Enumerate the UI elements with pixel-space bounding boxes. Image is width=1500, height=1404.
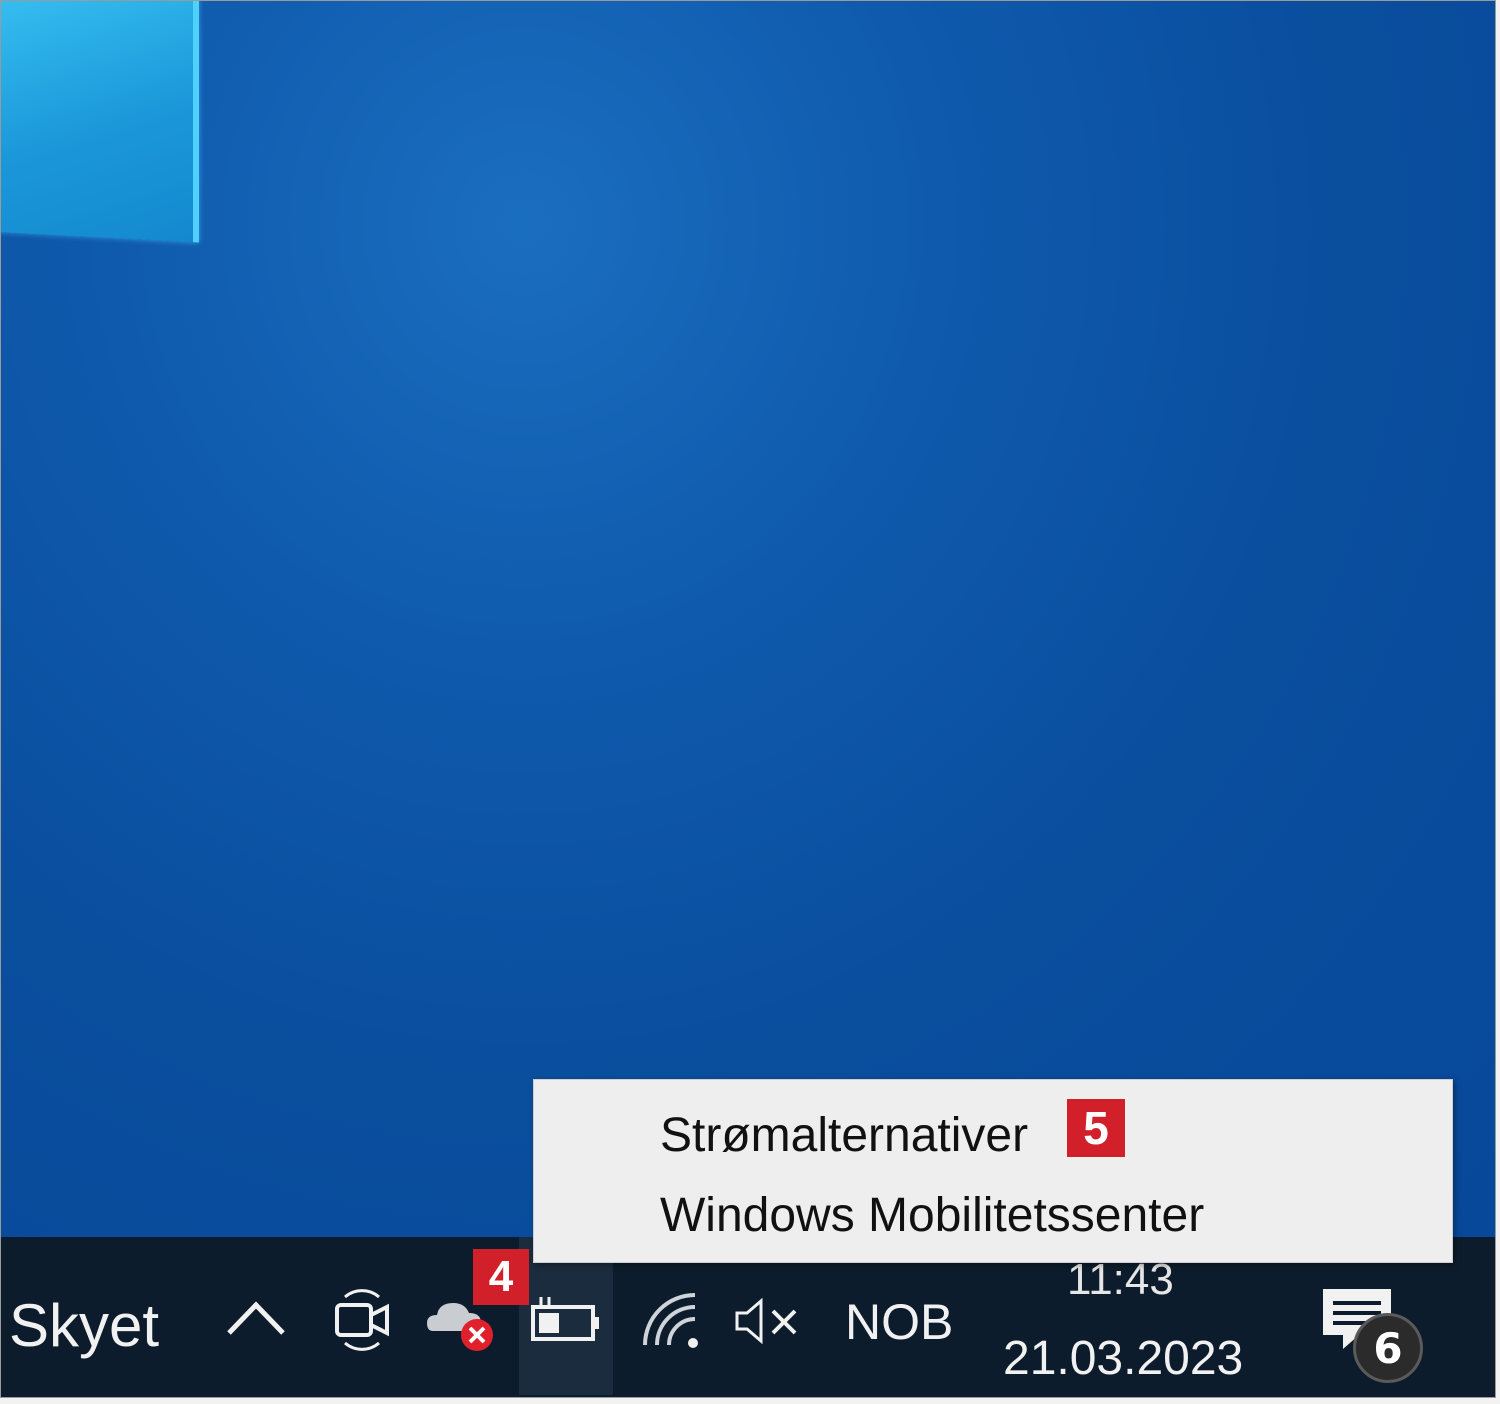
desktop-background [1, 1, 1495, 1237]
volume-muted-icon[interactable] [731, 1295, 803, 1347]
menu-item-mobility-center[interactable]: Windows Mobilitetssenter [660, 1188, 1204, 1243]
screenshot-frame: Skyet 4 NOB 11:43 21.03.2023 6 Strømalte… [0, 0, 1496, 1398]
wifi-icon[interactable] [641, 1291, 703, 1349]
battery-context-menu: Strømalternativer Windows Mobilitetssent… [533, 1079, 1453, 1263]
battery-charging-icon[interactable] [527, 1295, 603, 1345]
windows-logo-pane [1, 1, 199, 243]
menu-item-power-options[interactable]: Strømalternativer [660, 1108, 1028, 1163]
input-language-indicator[interactable]: NOB [845, 1293, 953, 1351]
weather-label[interactable]: Skyet [9, 1291, 159, 1360]
notification-count-badge: 6 [1353, 1313, 1423, 1383]
clock-date[interactable]: 21.03.2023 [1003, 1331, 1243, 1386]
meet-now-icon[interactable] [331, 1287, 393, 1353]
annotation-badge-5: 5 [1067, 1099, 1125, 1157]
annotation-badge-4: 4 [473, 1249, 529, 1305]
chevron-up-icon[interactable] [223, 1293, 289, 1341]
